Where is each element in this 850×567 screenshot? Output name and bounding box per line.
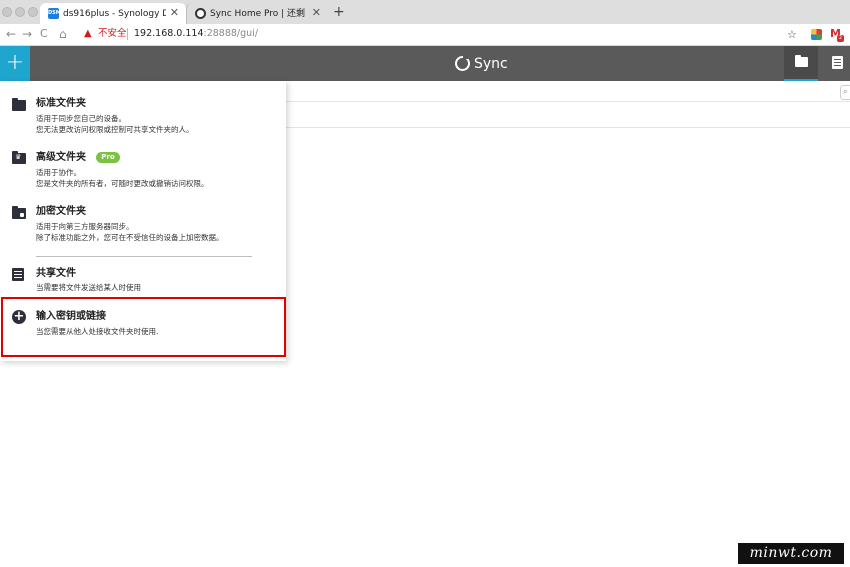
folder-lock-icon	[12, 206, 26, 219]
menu-item-desc: 适用于向第三方服务器同步。	[36, 222, 134, 231]
menu-item-desc: 您无法更改访问权限或控制可共享文件夹的人。	[36, 125, 194, 134]
close-tab-icon[interactable]: ✕	[312, 7, 321, 19]
back-icon[interactable]: ←	[6, 27, 16, 41]
extension-count-badge: 2	[837, 35, 844, 42]
highlight-annotation-box	[1, 297, 286, 357]
add-folder-button[interactable]: +	[0, 46, 30, 81]
search-icon: ⌕	[843, 87, 848, 96]
browser-toolbar: ← → C ⌂ ▲ 不安全 192.168.0.114:28888/gui/ ☆…	[0, 24, 850, 46]
home-icon[interactable]: ⌂	[59, 27, 67, 41]
menu-item-encrypted-folder[interactable]: 加密文件夹 适用于向第三方服务器同步。 除了标准功能之外，您可在不受信任的设备上…	[0, 204, 286, 254]
menu-item-title: 共享文件	[36, 268, 76, 279]
sync-ring-icon	[455, 54, 470, 71]
menu-divider	[36, 256, 252, 257]
sync-favicon-icon	[195, 8, 206, 19]
reload-icon[interactable]: C	[40, 27, 48, 41]
new-tab-button[interactable]: +	[333, 3, 345, 21]
bookmark-star-icon[interactable]: ☆	[787, 28, 797, 41]
forward-icon[interactable]: →	[22, 27, 32, 41]
tab-title: Sync Home Pro | 还剩 13 天 | d	[210, 9, 308, 19]
menu-item-desc: 您是文件夹的所有者，可随时更改或撤销访问权限。	[36, 179, 209, 188]
document-icon	[12, 268, 24, 281]
tab-sync-home[interactable]: Sync Home Pro | 还剩 13 天 | d ✕	[186, 3, 328, 24]
app-header	[0, 46, 850, 81]
menu-item-title: 加密文件夹	[36, 206, 86, 217]
menu-item-desc: 适用于协作。	[36, 168, 81, 177]
browser-tab-strip: DSM ds916plus - Synology DiskStat ✕ Sync…	[0, 0, 850, 24]
menu-item-desc: 适用于同步您自己的设备。	[36, 114, 126, 123]
content-divider	[286, 101, 850, 102]
folder-icon	[795, 55, 808, 67]
add-menu-dropdown: 标准文件夹 适用于同步您自己的设备。 您无法更改访问权限或控制可共享文件夹的人。…	[0, 81, 286, 361]
folder-icon	[12, 98, 26, 111]
minimize-window-dot[interactable]	[15, 7, 25, 17]
dsm-favicon-icon: DSM	[48, 8, 61, 19]
zoom-window-dot[interactable]	[28, 7, 38, 17]
menu-item-desc: 当需要将文件发送给某人时使用	[36, 283, 141, 292]
security-status[interactable]: 不安全	[98, 28, 127, 40]
close-window-dot[interactable]	[2, 7, 12, 17]
url-path: :28888/gui/	[203, 28, 259, 39]
brand-name: Sync	[474, 56, 508, 72]
menu-item-advanced-folder[interactable]: 高级文件夹 Pro 适用于协作。 您是文件夹的所有者，可随时更改或撤销访问权限。	[0, 150, 286, 200]
menu-item-share-file[interactable]: 共享文件 当需要将文件发送给某人时使用	[0, 267, 286, 297]
menu-item-standard-folder[interactable]: 标准文件夹 适用于同步您自己的设备。 您无法更改访问权限或控制可共享文件夹的人。	[0, 95, 286, 145]
extension-grid-icon[interactable]	[811, 29, 822, 40]
history-view-button[interactable]	[821, 46, 850, 81]
folders-view-button[interactable]	[784, 46, 818, 81]
menu-item-title: 标准文件夹	[36, 98, 86, 109]
url-host: 192.168.0.114	[134, 28, 204, 39]
document-icon	[832, 56, 843, 69]
search-button[interactable]: ⌕	[840, 85, 850, 100]
watermark: minwt.com	[738, 543, 844, 564]
url-divider	[127, 28, 128, 40]
menu-item-title: 高级文件夹	[36, 152, 86, 163]
menu-item-desc: 除了标准功能之外，您可在不受信任的设备上加密数据。	[36, 233, 224, 242]
folder-crown-icon	[12, 151, 26, 164]
address-bar[interactable]: 192.168.0.114:28888/gui/	[134, 28, 258, 40]
content-divider	[286, 127, 850, 128]
pro-badge: Pro	[96, 152, 120, 163]
warning-icon[interactable]: ▲	[84, 28, 92, 40]
tab-diskstation[interactable]: DSM ds916plus - Synology DiskStat ✕	[40, 3, 186, 24]
tab-title: ds916plus - Synology DiskStat	[63, 9, 166, 19]
close-tab-icon[interactable]: ✕	[170, 7, 179, 19]
